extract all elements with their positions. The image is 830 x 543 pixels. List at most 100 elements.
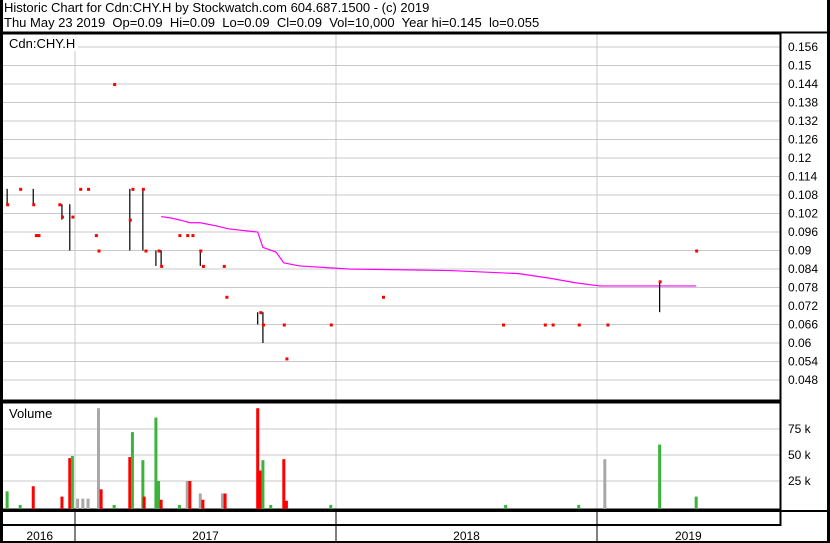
- volume-bar: [256, 408, 260, 509]
- price-point: [381, 295, 385, 299]
- volume-bar: [154, 417, 158, 509]
- price-point: [97, 249, 101, 253]
- volume-tick-label: 50 k: [788, 448, 812, 462]
- price-point: [160, 264, 164, 268]
- price-point: [87, 187, 91, 191]
- price-tick-label: 0.15: [788, 59, 812, 73]
- volume-bar: [142, 496, 146, 509]
- price-point: [259, 311, 263, 315]
- volume-bar: [68, 458, 72, 509]
- price-point: [551, 323, 555, 327]
- price-point: [695, 249, 699, 253]
- price-point: [191, 234, 195, 238]
- volume-bar: [504, 504, 508, 509]
- volume-bar: [658, 444, 662, 509]
- price-point: [79, 187, 83, 191]
- volume-bar: [185, 481, 189, 509]
- volume-bar: [60, 496, 64, 509]
- price-point: [577, 323, 581, 327]
- price-point: [157, 249, 161, 253]
- price-point: [543, 323, 547, 327]
- price-point: [131, 187, 135, 191]
- volume-bar: [201, 499, 205, 509]
- price-point: [201, 264, 205, 268]
- volume-bar: [282, 459, 286, 509]
- volume-bar: [577, 504, 581, 509]
- price-tick-label: 0.048: [788, 373, 818, 387]
- price-tick-label: 0.108: [788, 188, 818, 202]
- chart-window: Historic Chart for Cdn:CHY.H by Stockwat…: [0, 0, 830, 543]
- volume-tick-label: 75 k: [788, 422, 812, 436]
- price-tick-label: 0.066: [788, 318, 818, 332]
- volume-bar: [694, 496, 698, 509]
- year-label: 2016: [26, 529, 53, 543]
- price-tick-label: 0.054: [788, 355, 818, 369]
- timeline-strip: [0, 510, 782, 526]
- volume-bar: [177, 504, 181, 509]
- price-point: [32, 203, 36, 207]
- price-point: [94, 234, 98, 238]
- price-point: [658, 280, 662, 284]
- price-point: [6, 203, 10, 207]
- volume-bar: [70, 456, 74, 509]
- volume-bar: [86, 498, 90, 509]
- volume-bar: [258, 470, 262, 509]
- moving-average-line: [161, 215, 697, 287]
- price-tick-label: 0.096: [788, 225, 818, 239]
- volume-bar: [603, 459, 607, 509]
- volume-bar: [220, 493, 224, 509]
- volume-bar: [76, 498, 80, 509]
- volume-bar: [112, 504, 116, 509]
- price-point: [141, 187, 145, 191]
- price-tick-label: 0.084: [788, 262, 818, 276]
- volume-bar: [159, 499, 163, 509]
- price-point: [128, 218, 132, 222]
- price-point: [113, 83, 117, 86]
- volume-bar: [31, 486, 35, 509]
- year-label: 2019: [675, 529, 702, 543]
- price-point: [144, 249, 148, 253]
- price-point: [606, 323, 610, 327]
- price-tick-label: 0.144: [788, 77, 818, 91]
- price-tick-label: 0.132: [788, 114, 818, 128]
- price-point: [71, 215, 75, 219]
- price-point: [261, 323, 265, 327]
- price-tick-label: 0.12: [788, 151, 812, 165]
- price-tick-label: 0.06: [788, 336, 812, 350]
- volume-bar: [269, 504, 273, 509]
- left-border: [0, 0, 3, 543]
- price-panel-border: [0, 32, 782, 402]
- price-point: [285, 357, 289, 361]
- price-point: [37, 234, 41, 238]
- volume-bar: [157, 481, 161, 509]
- price-tick-label: 0.114: [788, 170, 817, 184]
- year-label: 2017: [192, 529, 219, 543]
- volume-bar: [223, 493, 227, 509]
- price-tick-label: 0.072: [788, 299, 818, 313]
- volume-tick-label: 25 k: [788, 474, 812, 488]
- price-tick-label: 0.138: [788, 96, 818, 110]
- year-strip-border: [0, 510, 830, 543]
- price-point: [58, 203, 62, 207]
- price-point: [329, 323, 333, 327]
- price-point: [225, 295, 229, 299]
- price-tick-label: 0.126: [788, 133, 818, 147]
- price-tick-label: 0.156: [788, 40, 818, 54]
- volume-bar: [81, 498, 85, 509]
- price-point: [19, 187, 23, 191]
- volume-panel-border: [0, 401, 782, 511]
- volume-bar: [284, 500, 288, 509]
- chart-area: 0.156 0.15 0.144 0.138 0.132 0.126 0.12 0.114 0.…: [0, 0, 830, 543]
- volume-bar: [99, 489, 103, 509]
- volume-bar: [18, 504, 22, 509]
- volume-bar: [130, 432, 134, 509]
- price-point: [222, 264, 226, 268]
- price-point: [282, 323, 286, 327]
- price-point: [502, 323, 506, 327]
- price-point: [186, 234, 190, 238]
- price-panel-label: Cdn:CHY.H: [9, 36, 75, 51]
- volume-bar: [329, 504, 333, 509]
- volume-bar: [188, 481, 192, 509]
- price-point: [34, 234, 38, 238]
- volume-bar: [128, 457, 132, 509]
